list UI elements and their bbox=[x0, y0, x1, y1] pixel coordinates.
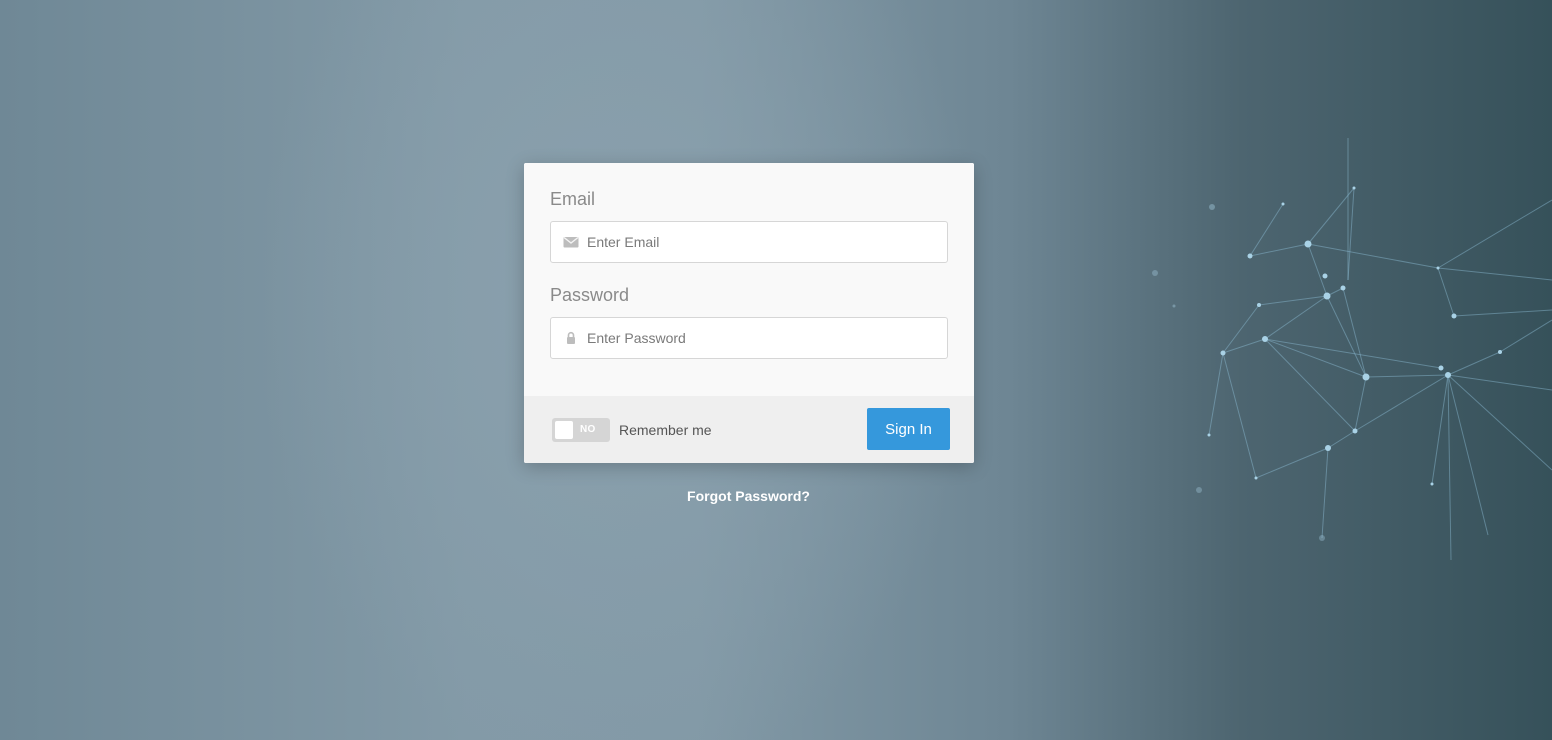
envelope-icon bbox=[563, 236, 579, 248]
email-label: Email bbox=[550, 189, 596, 209]
sign-in-button[interactable]: Sign In bbox=[867, 408, 950, 450]
remember-me-label[interactable]: Remember me bbox=[619, 422, 712, 438]
password-field[interactable] bbox=[550, 317, 948, 359]
forgot-password-link[interactable]: Forgot Password? bbox=[0, 488, 1497, 504]
lock-icon bbox=[567, 331, 575, 344]
login-footer: NO Remember me Sign In bbox=[524, 396, 974, 463]
password-input[interactable] bbox=[587, 318, 937, 358]
login-card: Email Password NO Remember me Sign In bbox=[524, 163, 974, 463]
remember-me-toggle[interactable]: NO bbox=[552, 418, 610, 442]
toggle-knob[interactable] bbox=[555, 421, 573, 439]
password-label: Password bbox=[550, 285, 630, 305]
login-form: Email Password bbox=[524, 163, 974, 396]
email-field[interactable] bbox=[550, 221, 948, 263]
network-graphic bbox=[1152, 138, 1552, 561]
email-input[interactable] bbox=[587, 222, 937, 262]
toggle-state-label: NO bbox=[580, 424, 596, 435]
